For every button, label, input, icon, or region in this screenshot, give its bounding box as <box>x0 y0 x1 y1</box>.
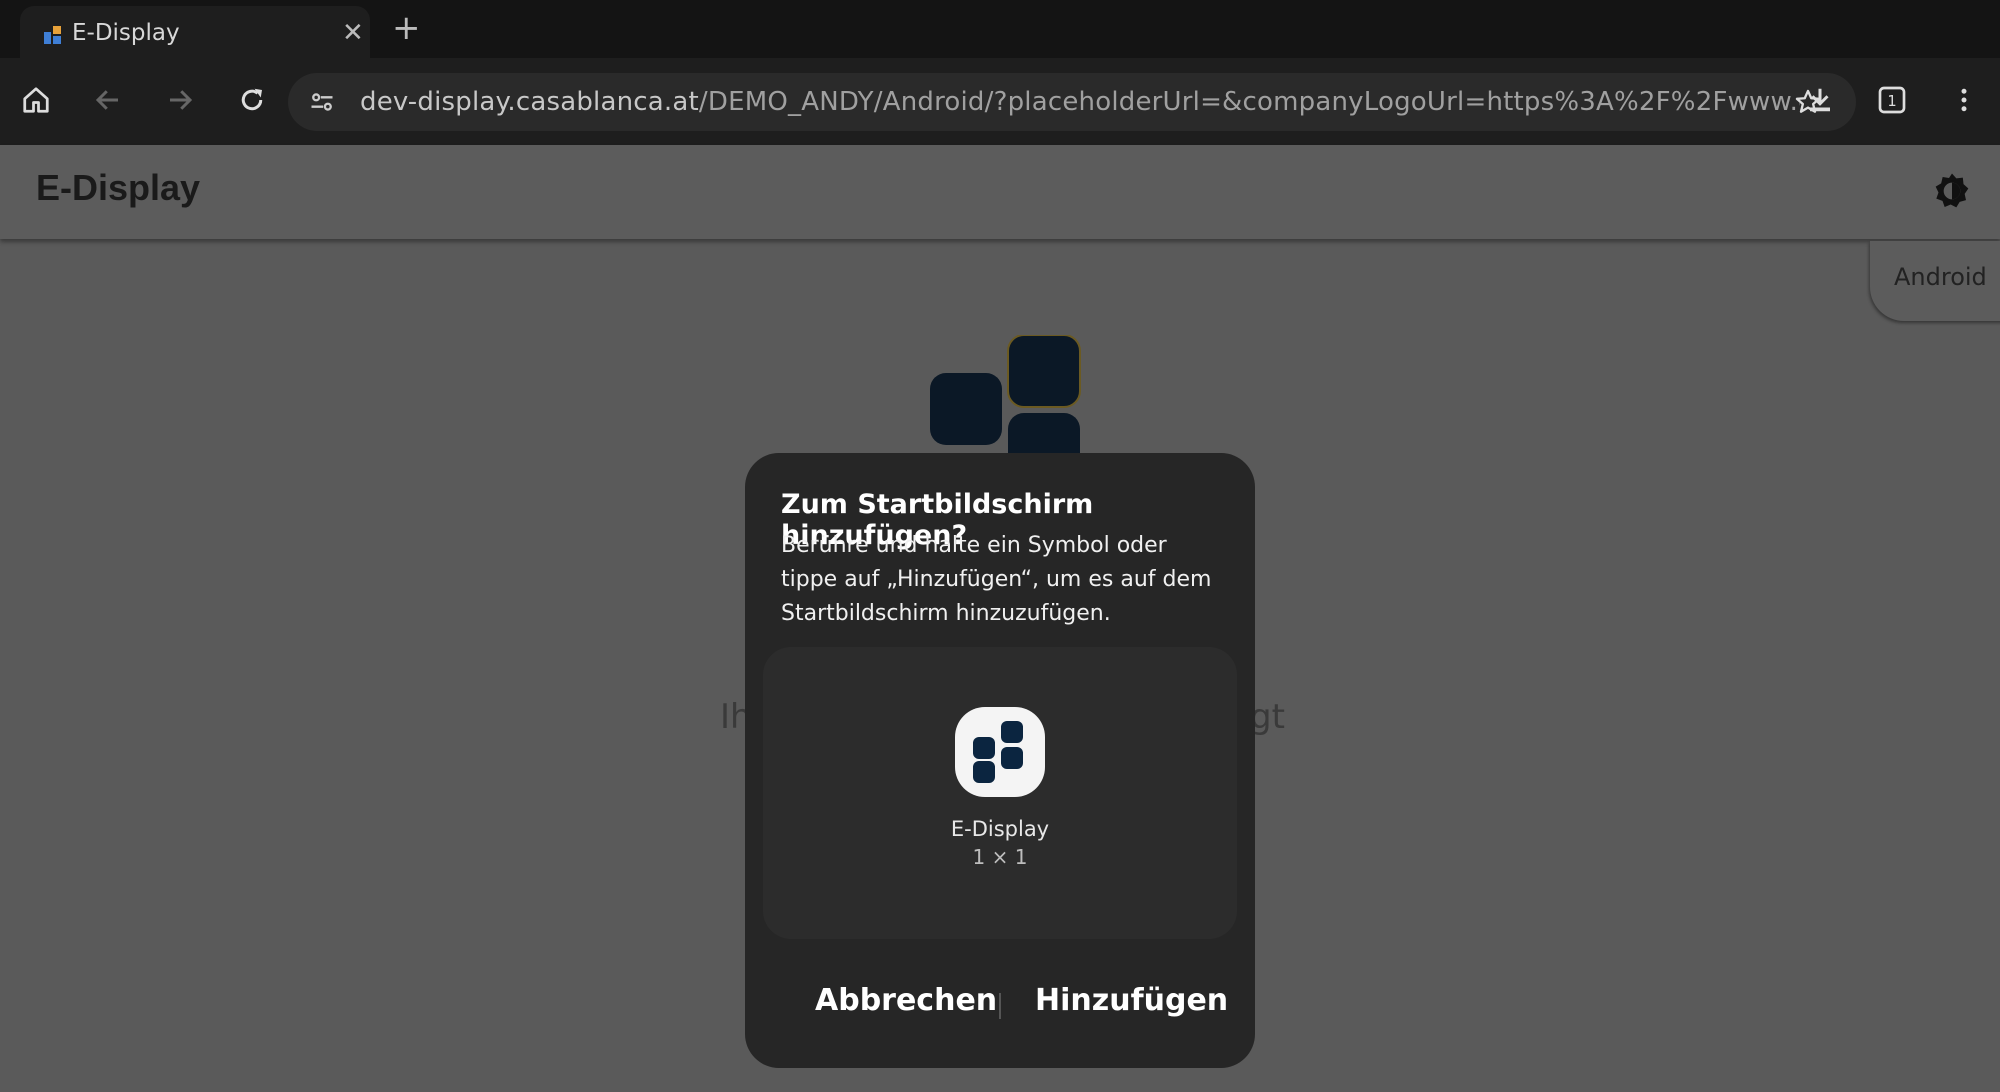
e-display-logo <box>930 335 1081 455</box>
platform-label: Android <box>1894 263 1987 291</box>
new-tab-button[interactable]: + <box>392 8 421 48</box>
browser-toolbar: dev-display.casablanca.at/DEMO_ANDY/Andr… <box>0 58 2000 145</box>
home-icon[interactable] <box>16 80 56 120</box>
url-text: dev-display.casablanca.at/DEMO_ANDY/Andr… <box>360 87 1800 117</box>
tab-strip: E-Display ✕ + <box>0 0 2000 58</box>
tab-count: 1 <box>1887 93 1896 110</box>
site-settings-icon[interactable] <box>302 82 342 122</box>
address-bar[interactable]: dev-display.casablanca.at/DEMO_ANDY/Andr… <box>288 73 1856 131</box>
add-button[interactable]: Hinzufügen <box>1035 983 1228 1018</box>
app-size: 1 × 1 <box>972 845 1028 869</box>
page-title: E-Display <box>36 167 201 208</box>
theme-icon[interactable] <box>1932 171 1972 211</box>
cancel-button[interactable]: Abbrechen <box>815 983 997 1018</box>
back-icon[interactable] <box>88 80 128 120</box>
tab-close-icon[interactable]: ✕ <box>342 18 364 48</box>
app-name: E-Display <box>950 817 1050 841</box>
download-icon[interactable] <box>1800 80 1840 120</box>
dialog-body: Berühre und halte ein Symbol oder tippe … <box>781 533 1212 626</box>
platform-tab[interactable]: Android <box>1870 241 2000 321</box>
widget-preview[interactable]: E-Display 1 × 1 <box>763 647 1237 939</box>
forward-icon[interactable] <box>160 80 200 120</box>
reload-icon[interactable] <box>232 80 272 120</box>
button-divider <box>999 993 1001 1019</box>
background-text-right: gt <box>1250 697 1285 737</box>
url-host: dev-display.casablanca.at <box>360 87 699 117</box>
url-path: /DEMO_ANDY/Android/?placeholderUrl=&comp… <box>698 87 1800 117</box>
tab-title: E-Display <box>72 20 180 46</box>
app-icon[interactable] <box>955 707 1045 797</box>
app-logo-icon <box>973 721 1023 783</box>
tab-switcher-icon[interactable]: 1 <box>1872 80 1912 120</box>
app-bar: E-Display <box>0 145 2000 239</box>
add-to-home-dialog: Zum Startbildschirm hinzufügen? Berühre … <box>745 453 1255 1068</box>
favicon-icon <box>44 26 61 44</box>
browser-tab[interactable]: E-Display ✕ <box>20 6 370 58</box>
menu-icon[interactable] <box>1944 80 1984 120</box>
